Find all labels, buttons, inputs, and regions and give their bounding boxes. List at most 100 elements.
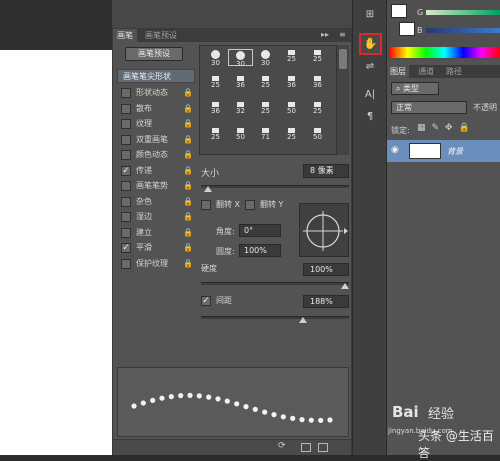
brush-grid-scrollbar[interactable] [337,45,349,155]
size-slider-thumb[interactable] [203,186,212,192]
brush-option-6[interactable]: 画笔笔势 🔒 [121,180,195,192]
option-checkbox[interactable] [121,150,131,160]
option-checkbox[interactable] [121,212,131,222]
brush-option-11[interactable]: 保护纹理 🔒 [121,258,195,270]
history-panel-icon[interactable]: ⊞ [362,8,378,22]
layer-row-background[interactable]: ◉ 背景 [387,140,500,162]
brush-panel-toggle-button[interactable]: ✋ [359,33,382,55]
toggle-live-tip-icon[interactable]: ⟳ [278,441,288,451]
brush-option-2[interactable]: 纹理 🔒 [121,118,195,130]
lock-icon[interactable]: 🔒 [183,197,193,207]
option-checkbox[interactable] [121,196,131,207]
brush-presets-panel-icon[interactable]: ⇌ [362,60,378,74]
brush-option-5[interactable]: ✓ 传递 🔒 [121,165,195,177]
spacing-check-box[interactable]: ✓ [201,296,211,306]
brush-tip-cell[interactable]: 25 [305,49,330,66]
brush-tip-cell[interactable]: 25 [253,101,278,118]
flip-x-checkbox[interactable]: 翻转 X [201,199,245,211]
tab-layers[interactable]: 图层 [387,65,409,78]
brush-option-1[interactable]: 散布 🔒 [121,103,195,115]
document-canvas[interactable] [0,50,112,455]
character-panel-icon[interactable]: A| [362,88,378,102]
brush-tip-cell[interactable]: 71 [253,127,278,144]
tab-brush[interactable]: 画笔 [113,29,137,42]
lock-icon[interactable]: 🔒 [183,166,193,176]
collapse-panel-icon[interactable]: ▸▸ [321,30,329,39]
flip-x-box[interactable] [201,200,211,210]
blue-color-slider[interactable] [426,28,500,33]
option-checkbox[interactable] [121,227,131,238]
hardness-slider-thumb[interactable] [341,283,349,289]
panel-menu-icon[interactable]: ≡ [339,30,346,39]
angle-roundness-widget[interactable] [299,203,349,257]
lock-icon[interactable]: 🔒 [183,259,193,269]
brush-tip-cell[interactable]: 36 [305,75,330,92]
brush-tip-cell[interactable]: 30 [253,49,278,67]
lock-icon[interactable]: 🔒 [183,228,193,238]
spacing-slider-thumb[interactable] [299,317,307,323]
brush-option-0[interactable]: 形状动态 🔒 [121,87,195,99]
lock-icon[interactable]: 🔒 [183,104,193,114]
brush-tip-cell[interactable]: 36 [228,75,253,92]
spacing-slider[interactable] [201,316,349,323]
hardness-input[interactable]: 100% [303,263,349,276]
option-checkbox[interactable]: ✓ [121,243,131,253]
brush-tip-cell[interactable]: 30 [203,49,228,67]
brush-tip-cell[interactable]: 25 [253,75,278,92]
flip-y-checkbox[interactable]: 翻转 Y [245,199,289,211]
brush-tip-cell[interactable]: 36 [203,101,228,118]
eye-icon[interactable]: ◉ [391,145,399,155]
brush-tip-cell[interactable]: 25 [279,49,304,66]
hardness-slider[interactable] [201,282,349,289]
blend-mode-dropdown[interactable]: 正常 [391,101,467,114]
layer-filter-dropdown[interactable]: ⌕ 类型 [391,82,439,95]
option-checkbox[interactable] [121,134,131,145]
flip-y-box[interactable] [245,200,255,210]
paragraph-panel-icon[interactable]: ¶ [362,110,378,124]
brush-tip-cell[interactable]: 32 [228,101,253,118]
spacing-checkbox[interactable]: ✓ 间距 [201,295,261,307]
brush-option-3[interactable]: 双重画笔 🔒 [121,134,195,146]
brush-tip-cell[interactable]: 50 [228,127,253,144]
lock-icon[interactable]: 🔒 [183,181,193,191]
tab-channels[interactable]: 通道 [415,65,437,78]
grid-toggle-icon[interactable] [301,443,311,452]
lock-icon[interactable]: 🔒 [183,88,193,98]
green-color-slider[interactable] [426,10,500,15]
roundness-input[interactable]: 100% [239,244,281,257]
option-checkbox[interactable] [121,119,131,129]
lock-icon[interactable]: 🔒 [183,135,193,145]
lock-icon[interactable]: 🔒 [183,212,193,222]
tab-paths[interactable]: 路径 [443,65,465,78]
brush-tip-shape-item[interactable]: 画笔笔尖形状 [117,69,195,83]
lock-icon[interactable]: 🔒 [183,243,193,253]
lock-icons[interactable]: ▦✎✥🔒 [417,123,476,133]
brush-presets-button[interactable]: 画笔预设 [125,47,183,61]
size-input[interactable]: 8 像素 [303,164,349,178]
brush-tip-cell[interactable]: 50 [305,127,330,144]
angle-input[interactable]: 0° [239,224,281,237]
brush-tip-cell[interactable]: 25 [203,127,228,144]
color-spectrum-bar[interactable] [389,47,500,58]
brush-option-8[interactable]: 湿边 🔒 [121,211,195,223]
brush-tip-cell[interactable]: 25 [305,101,330,118]
tab-brush-presets[interactable]: 画笔预设 [141,29,181,42]
size-slider[interactable] [201,185,349,192]
brush-grid-scroll-thumb[interactable] [339,49,347,69]
brush-tip-cell[interactable]: 36 [279,75,304,92]
option-checkbox[interactable] [121,88,131,98]
lock-icon[interactable]: 🔒 [183,119,193,129]
brush-option-7[interactable]: 杂色 🔒 [121,196,195,208]
brush-tip-cell[interactable]: 50 [279,101,304,118]
option-checkbox[interactable] [121,181,131,191]
lock-icon[interactable]: 🔒 [183,150,193,160]
brush-option-10[interactable]: ✓ 平滑 🔒 [121,242,195,254]
background-swatch[interactable] [399,22,415,36]
foreground-swatch[interactable] [391,4,407,18]
option-checkbox[interactable]: ✓ [121,165,131,176]
option-checkbox[interactable] [121,103,131,114]
brush-tip-cell[interactable]: 30 [228,49,253,68]
new-preset-icon[interactable] [318,443,328,452]
spacing-input[interactable]: 188% [303,295,349,308]
brush-tip-cell[interactable]: 25 [279,127,304,144]
